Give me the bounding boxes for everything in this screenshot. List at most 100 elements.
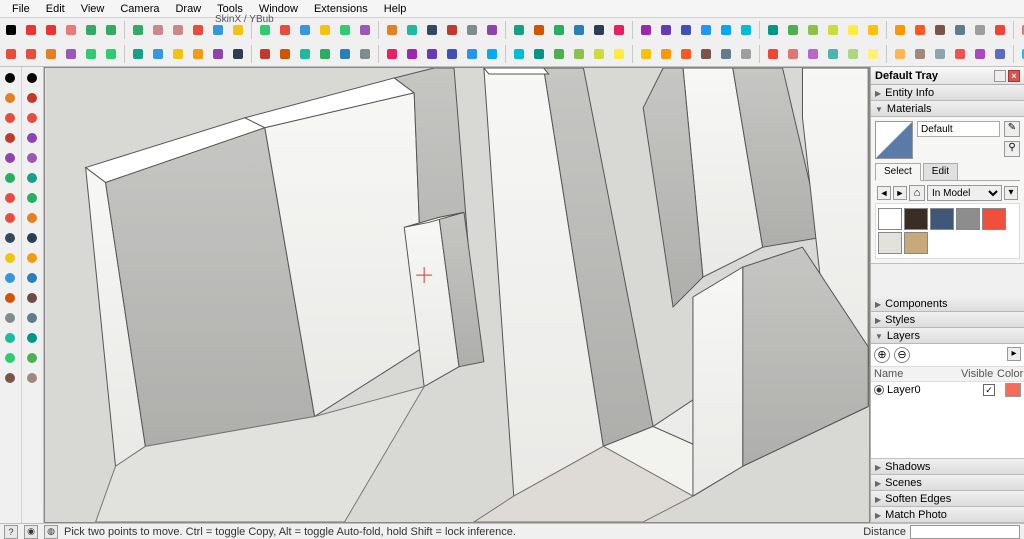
shaded-tex-icon[interactable]: [891, 21, 909, 39]
material-swatch[interactable]: [930, 208, 954, 230]
section-materials[interactable]: Materials: [871, 101, 1024, 117]
ext-ak-icon[interactable]: [764, 45, 782, 63]
ext-aw-icon[interactable]: [1018, 45, 1024, 63]
xray-icon[interactable]: [784, 21, 802, 39]
backface-icon[interactable]: [804, 21, 822, 39]
material-swatch[interactable]: [904, 208, 928, 230]
arc-icon[interactable]: [149, 21, 167, 39]
section-layers[interactable]: Layers: [871, 328, 1024, 344]
style2-icon[interactable]: [951, 21, 969, 39]
wireframe-icon[interactable]: [824, 21, 842, 39]
freehand-icon[interactable]: [62, 21, 80, 39]
back-icon[interactable]: [697, 21, 715, 39]
ext-l-icon[interactable]: [229, 45, 247, 63]
ext-k-icon[interactable]: [209, 45, 227, 63]
zoom-extents-icon[interactable]: [463, 21, 481, 39]
shadows-icon[interactable]: [737, 21, 755, 39]
menu-file[interactable]: File: [4, 1, 38, 17]
status-geo-icon[interactable]: ◍: [44, 525, 58, 539]
ext-v-icon[interactable]: [443, 45, 461, 63]
sandbox-icon[interactable]: [1, 349, 19, 367]
ext-aa-icon[interactable]: [550, 45, 568, 63]
style3-icon[interactable]: [971, 21, 989, 39]
ext-at-icon[interactable]: [951, 45, 969, 63]
ext-al-icon[interactable]: [784, 45, 802, 63]
face-icon[interactable]: [1, 329, 19, 347]
move-icon[interactable]: [189, 21, 207, 39]
menu-view[interactable]: View: [73, 1, 113, 17]
style-icon[interactable]: [931, 21, 949, 39]
section-entity-info[interactable]: Entity Info: [871, 85, 1024, 101]
sample-material-button[interactable]: ⚲: [1004, 141, 1020, 157]
style4-icon[interactable]: [991, 21, 1009, 39]
ext-u-icon[interactable]: [423, 45, 441, 63]
ext-ab-icon[interactable]: [570, 45, 588, 63]
pushpull-icon[interactable]: [1, 169, 19, 187]
tray-titlebar[interactable]: Default Tray ×: [871, 67, 1024, 85]
ext-ad-icon[interactable]: [610, 45, 628, 63]
ext-aj-icon[interactable]: [737, 45, 755, 63]
dimension-icon[interactable]: [356, 21, 374, 39]
material-library-select[interactable]: In Model: [927, 185, 1002, 201]
left-icon[interactable]: [717, 21, 735, 39]
fog-icon[interactable]: [764, 21, 782, 39]
lines-icon[interactable]: [1, 109, 19, 127]
section-icon[interactable]: [383, 21, 401, 39]
layers-menu-button[interactable]: ▸: [1007, 347, 1021, 361]
ext-ao-icon[interactable]: [844, 45, 862, 63]
followme-icon[interactable]: [23, 169, 41, 187]
ext-d-icon[interactable]: [62, 45, 80, 63]
ext-p-icon[interactable]: [316, 45, 334, 63]
3dwh-icon[interactable]: [1, 289, 19, 307]
section-soften-edges[interactable]: Soften Edges: [871, 491, 1024, 507]
ext-af-icon[interactable]: [657, 45, 675, 63]
paintbucket-icon[interactable]: [1, 89, 19, 107]
model-viewport[interactable]: [44, 67, 870, 523]
right-icon[interactable]: [677, 21, 695, 39]
section-match-photo[interactable]: Match Photo: [871, 507, 1024, 523]
ext-n-icon[interactable]: [276, 45, 294, 63]
ext-wh-icon[interactable]: [23, 289, 41, 307]
eraser-icon[interactable]: [23, 89, 41, 107]
material-preview[interactable]: [875, 121, 913, 159]
ext-g-icon[interactable]: [129, 45, 147, 63]
look-icon[interactable]: [23, 269, 41, 287]
layer-remove-button[interactable]: ⊖: [894, 347, 910, 363]
mono-icon[interactable]: [911, 21, 929, 39]
style-icon[interactable]: [23, 329, 41, 347]
ext-as-icon[interactable]: [931, 45, 949, 63]
top-icon[interactable]: [637, 21, 655, 39]
shaded-icon[interactable]: [864, 21, 882, 39]
library-fwd-button[interactable]: ►: [893, 186, 907, 200]
ext-y-icon[interactable]: [510, 45, 528, 63]
2pt-arc-icon[interactable]: [23, 129, 41, 147]
freehand-icon[interactable]: [23, 109, 41, 127]
front-icon[interactable]: [657, 21, 675, 39]
ext-i-icon[interactable]: [169, 45, 187, 63]
ext-ai-icon[interactable]: [717, 45, 735, 63]
tape-icon[interactable]: [276, 21, 294, 39]
next-view-icon[interactable]: [530, 21, 548, 39]
material-swatch[interactable]: [982, 208, 1006, 230]
geo-icon[interactable]: [23, 349, 41, 367]
rect-icon[interactable]: [82, 21, 100, 39]
select-icon[interactable]: [2, 21, 20, 39]
library-home-button[interactable]: ⌂: [909, 185, 925, 201]
ext-w-icon[interactable]: [463, 45, 481, 63]
position-cam-icon[interactable]: [550, 21, 568, 39]
section-components[interactable]: Components: [871, 296, 1024, 312]
circle-icon[interactable]: [102, 21, 120, 39]
menu-camera[interactable]: Camera: [112, 1, 167, 17]
tray-pin-icon[interactable]: [994, 70, 1006, 82]
material-swatch[interactable]: [878, 232, 902, 254]
hidden-line-icon[interactable]: [844, 21, 862, 39]
ext-av-icon[interactable]: [991, 45, 1009, 63]
ext-ae-icon[interactable]: [637, 45, 655, 63]
material-swatch[interactable]: [904, 232, 928, 254]
walk-icon[interactable]: [1, 269, 19, 287]
ext-a-icon[interactable]: [2, 45, 20, 63]
look-around-icon[interactable]: [570, 21, 588, 39]
tray-close-icon[interactable]: ×: [1008, 70, 1020, 82]
ext-f-icon[interactable]: [102, 45, 120, 63]
shapes-icon[interactable]: [1, 149, 19, 167]
